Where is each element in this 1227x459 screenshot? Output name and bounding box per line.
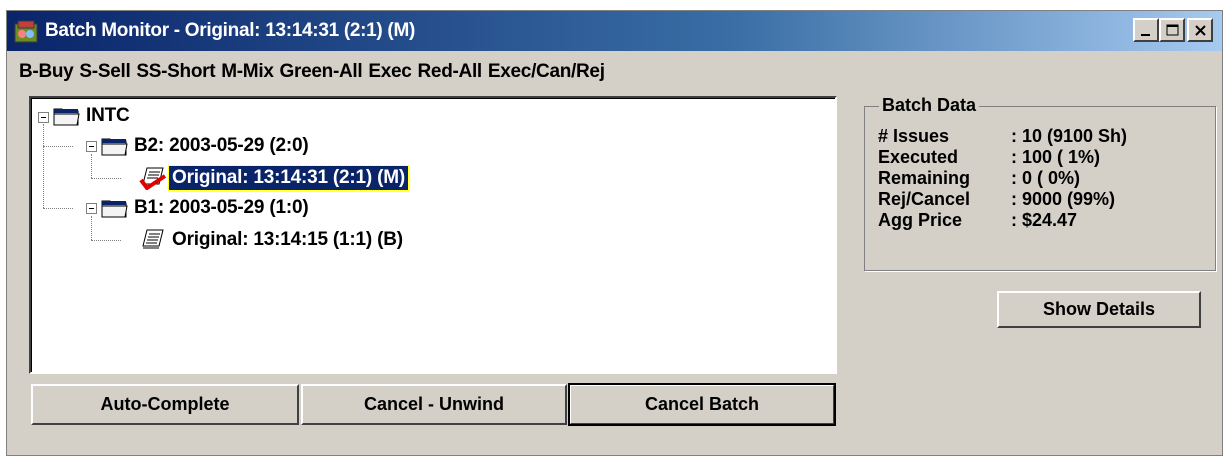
batch-data-title: Batch Data: [879, 95, 980, 116]
stat-value: : 100 ( 1%): [1011, 147, 1101, 167]
stat-value: : 10 (9100 Sh): [1011, 126, 1128, 146]
tree-node-label: B2: 2003-05-29 (2:0): [134, 135, 309, 156]
tree-node-label: INTC: [86, 105, 130, 126]
batch-tree-view[interactable]: INTC B2: 2003-05-29 (2:0) Original: 13:1…: [29, 96, 837, 374]
folder-open-icon: [101, 138, 128, 156]
window-title: Batch Monitor - Original: 13:14:31 (2:1)…: [45, 20, 416, 41]
legend-text: B-Buy S-Sell SS-Short M-Mix Green-All Ex…: [19, 61, 605, 82]
minimize-button[interactable]: [1133, 18, 1159, 42]
auto-complete-button[interactable]: Auto-Complete: [31, 384, 299, 425]
tree-connector: [91, 154, 92, 178]
stat-value: : $24.47: [1011, 210, 1078, 230]
tree-node-label: Original: 13:14:15 (1:1) (B): [172, 229, 403, 250]
order-document-icon: [142, 229, 164, 249]
cancel-unwind-button[interactable]: Cancel - Unwind: [301, 384, 567, 425]
minimize-icon: [1141, 34, 1150, 36]
stat-label: Remaining: [878, 168, 971, 188]
collapse-toggle-intc[interactable]: [38, 112, 49, 123]
stat-value: : 0 ( 0%): [1011, 168, 1081, 188]
tree-connector: [91, 178, 121, 179]
collapse-toggle-b1[interactable]: [86, 203, 97, 214]
close-button[interactable]: [1187, 18, 1213, 42]
tree-node-label: Original: 13:14:31 (2:1) (M): [167, 165, 410, 191]
tree-connector: [91, 216, 92, 240]
stat-label: Rej/Cancel: [878, 189, 971, 209]
tree-connector: [43, 124, 44, 208]
batch-data-group: Batch Data # Issues : 10 (9100 Sh) Execu…: [864, 95, 1216, 271]
batch-monitor-window: Batch Monitor - Original: 13:14:31 (2:1)…: [6, 10, 1223, 456]
tree-connector: [91, 240, 121, 241]
stat-label: # Issues: [878, 126, 950, 146]
close-icon: [1195, 25, 1206, 36]
order-document-red-icon: [139, 167, 167, 190]
collapse-toggle-b2[interactable]: [86, 141, 97, 152]
folder-open-icon: [101, 200, 128, 218]
stat-label: Executed: [878, 147, 959, 167]
title-bar[interactable]: Batch Monitor - Original: 13:14:31 (2:1)…: [7, 11, 1222, 51]
batch-monitor-app-icon[interactable]: [13, 18, 39, 44]
folder-open-icon: [53, 108, 80, 126]
maximize-icon: [1166, 24, 1179, 36]
tree-connector: [43, 146, 73, 147]
show-details-button[interactable]: Show Details: [997, 291, 1201, 328]
maximize-button[interactable]: [1159, 18, 1185, 42]
tree-connector: [43, 208, 73, 209]
stat-value: : 9000 (99%): [1011, 189, 1116, 209]
tree-node-label: B1: 2003-05-29 (1:0): [134, 197, 309, 218]
cancel-batch-button[interactable]: Cancel Batch: [568, 383, 836, 426]
stat-label: Agg Price: [878, 210, 963, 230]
